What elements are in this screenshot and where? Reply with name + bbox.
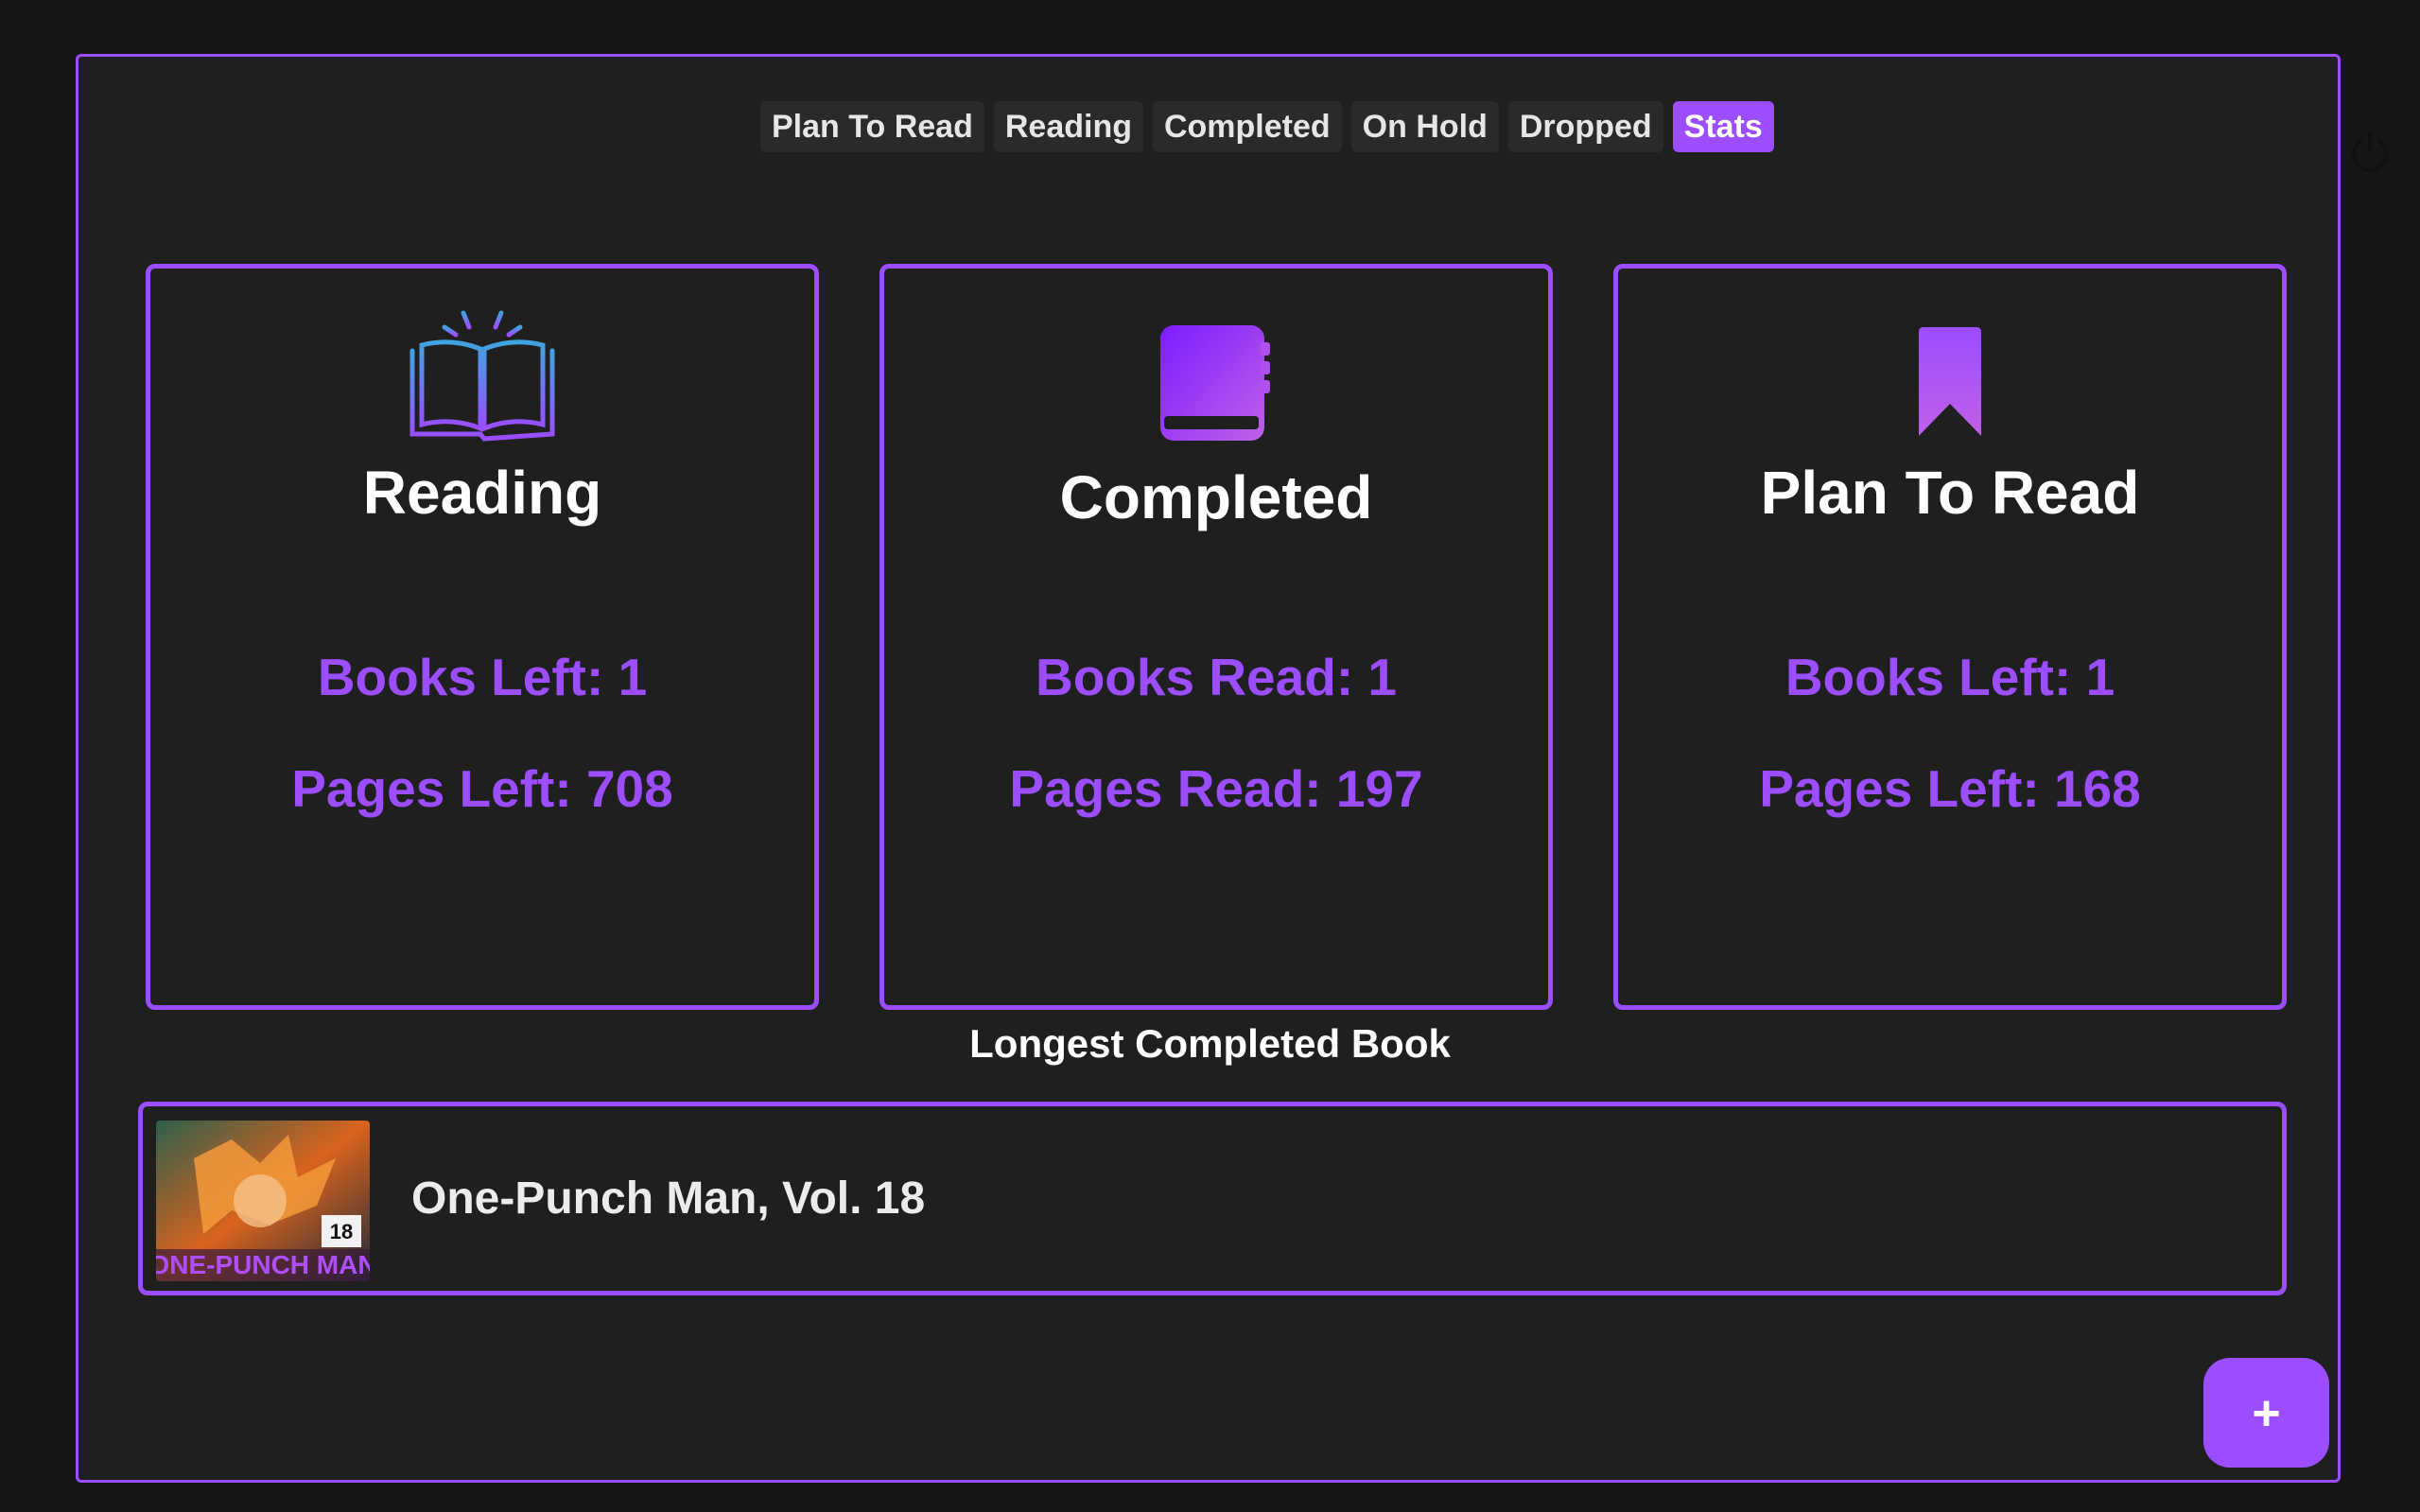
tab-reading[interactable]: Reading <box>993 101 1143 152</box>
pages-read: Pages Read: 197 <box>1009 759 1423 818</box>
closed-book-icon <box>1160 325 1270 441</box>
open-book-icon <box>409 304 555 442</box>
tab-dropped[interactable]: Dropped <box>1507 101 1663 152</box>
bookmark-icon <box>1919 327 1981 436</box>
power-icon[interactable] <box>2346 129 2394 176</box>
longest-book-row[interactable]: 18 ONE-PUNCH MAN One-Punch Man, Vol. 18 <box>138 1102 2287 1295</box>
cover-volume: 18 <box>330 1220 353 1243</box>
tab-stats[interactable]: Stats <box>1672 101 1774 152</box>
pages-left: Pages Left: 168 <box>1759 759 2141 818</box>
card-title: Reading <box>362 459 602 527</box>
card-title: Completed <box>1059 463 1373 531</box>
books-left: Books Left: 1 <box>1785 648 2115 706</box>
book-cover: 18 ONE-PUNCH MAN <box>156 1121 370 1281</box>
reading-card: Reading Books Left: 1 Pages Left: 708 <box>146 264 819 1010</box>
completed-card: Completed Books Read: 1 Pages Read: 197 <box>879 264 1553 1010</box>
tab-plan-to-read[interactable]: Plan To Read <box>760 101 984 152</box>
card-title: Plan To Read <box>1760 459 2140 527</box>
longest-completed-title: Longest Completed Book <box>969 1021 1451 1066</box>
tab-on-hold[interactable]: On Hold <box>1350 101 1499 152</box>
books-read: Books Read: 1 <box>1035 648 1398 706</box>
cover-title: ONE-PUNCH MAN <box>156 1250 370 1279</box>
plan-to-read-card: Plan To Read Books Left: 1 Pages Left: 1… <box>1613 264 2287 1010</box>
books-left: Books Left: 1 <box>317 648 648 706</box>
book-title: One-Punch Man, Vol. 18 <box>411 1173 926 1224</box>
tab-bar: Plan To Read Reading Completed On Hold D… <box>755 101 1780 152</box>
add-book-button[interactable]: + <box>2203 1358 2329 1468</box>
tab-completed[interactable]: Completed <box>1152 101 1342 152</box>
pages-left: Pages Left: 708 <box>291 759 673 818</box>
